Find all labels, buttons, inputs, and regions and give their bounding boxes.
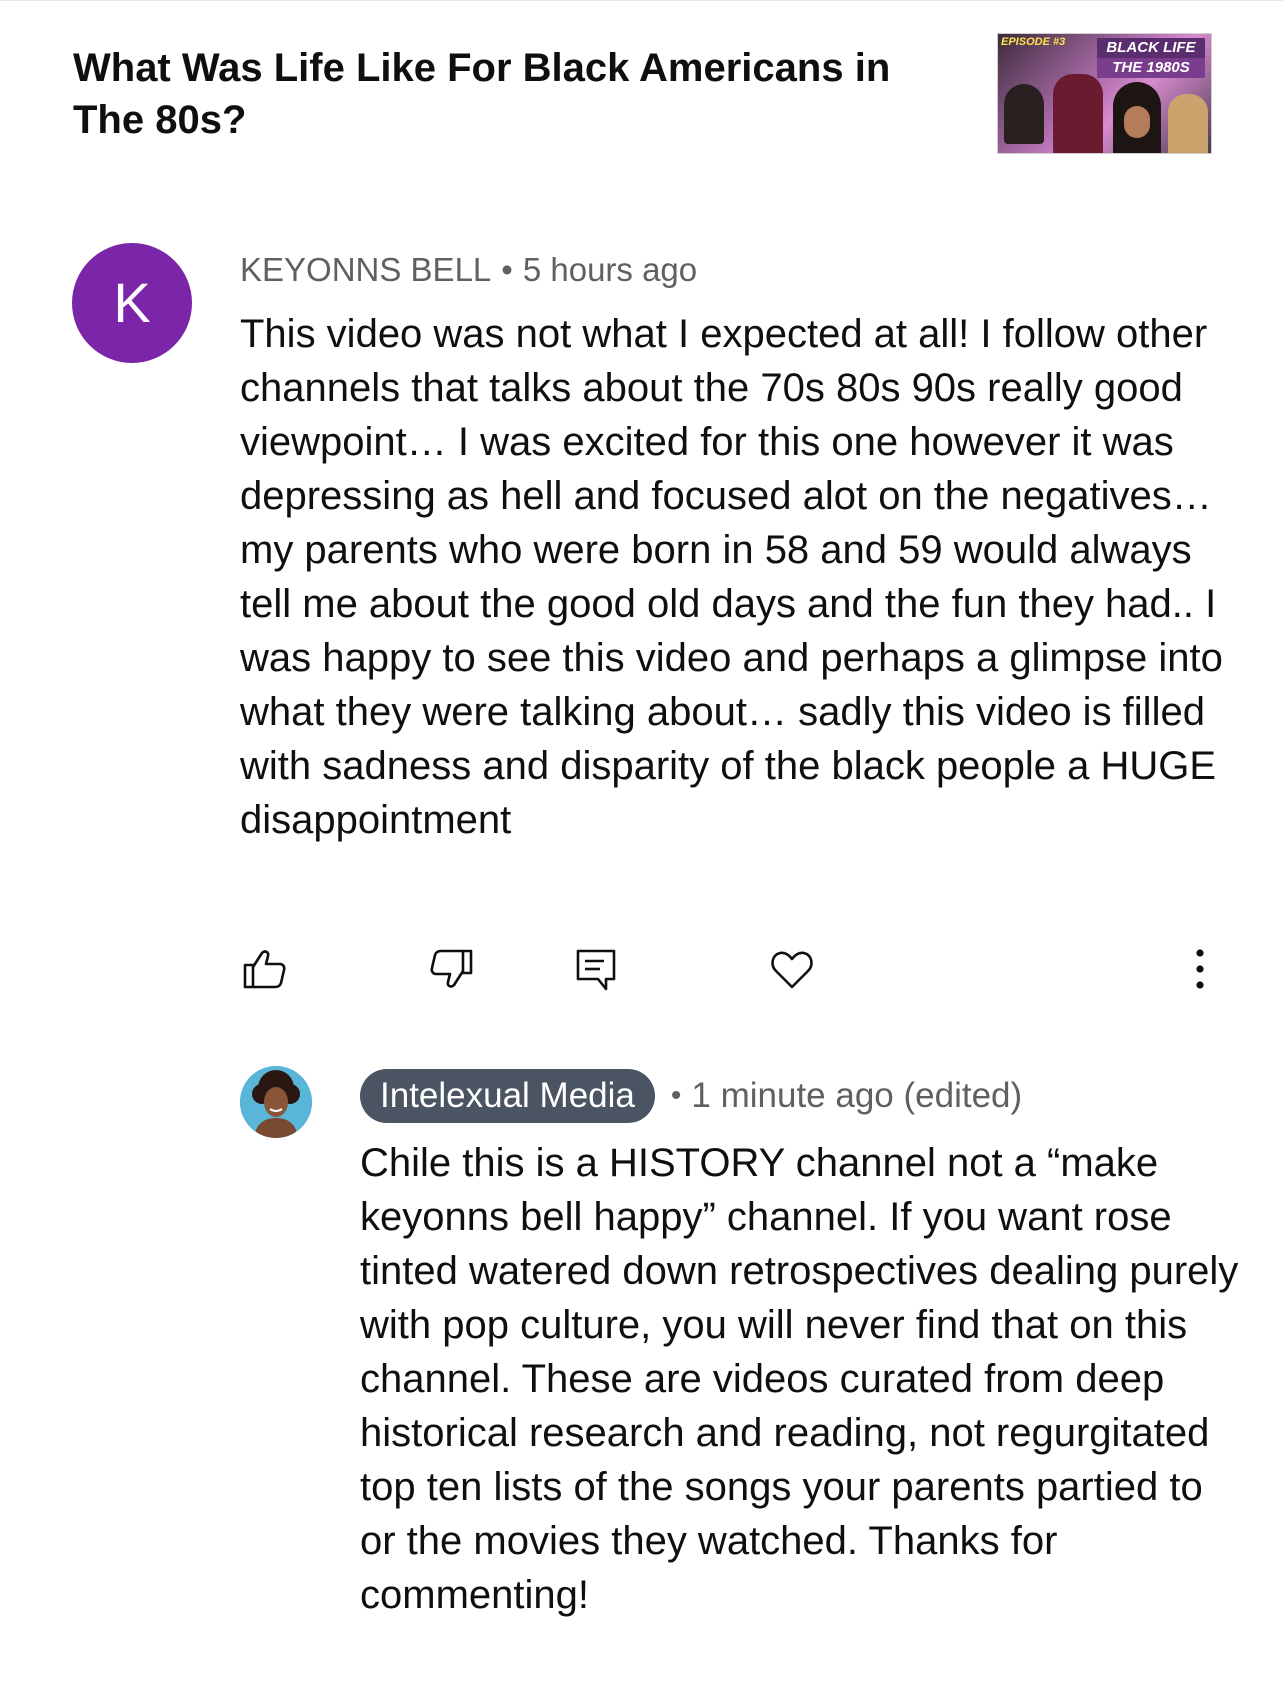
thumbnail-figure [1053, 74, 1103, 153]
thumbnail-face [1124, 106, 1150, 138]
reply-body: Chile this is a HISTORY channel not a “m… [360, 1141, 1239, 1617]
reply-meta: Intelexual Media • 1 minute ago (edited) [360, 1069, 1022, 1123]
reply-time: 1 minute ago (edited) [691, 1076, 1023, 1115]
reply-author-avatar[interactable] [240, 1066, 312, 1138]
comment-page: What Was Life Like For Black Americans i… [0, 0, 1283, 1706]
comment-actions [0, 945, 1283, 1005]
commenter-avatar[interactable]: K [72, 243, 192, 363]
heart-icon[interactable] [768, 945, 816, 993]
thumbs-down-icon[interactable] [428, 945, 476, 993]
thumbnail-title-line2: THE 1980S [1097, 58, 1205, 78]
more-vertical-icon[interactable] [1176, 945, 1224, 993]
video-thumbnail[interactable]: EPISODE #3 BLACK LIFE IN THE 1980S [997, 33, 1212, 154]
video-title[interactable]: What Was Life Like For Black Americans i… [73, 42, 953, 146]
reply-author-badge[interactable]: Intelexual Media [360, 1069, 655, 1123]
thumbnail-figure [1004, 84, 1044, 144]
comment-meta: KEYONNS BELL • 5 hours ago [240, 250, 697, 290]
thumbs-up-icon[interactable] [240, 945, 288, 993]
comment-time: 5 hours ago [522, 251, 698, 288]
reply-comment-icon[interactable] [572, 945, 620, 993]
top-divider [0, 0, 1283, 1]
comment-body: This video was not what I expected at al… [240, 312, 1223, 842]
thumbnail-figure [1168, 94, 1208, 153]
comment-author[interactable]: KEYONNS BELL [240, 251, 491, 288]
meta-separator: • [501, 251, 513, 288]
thumbnail-episode-badge: EPISODE #3 [1001, 36, 1066, 48]
meta-separator: • [670, 1079, 682, 1112]
